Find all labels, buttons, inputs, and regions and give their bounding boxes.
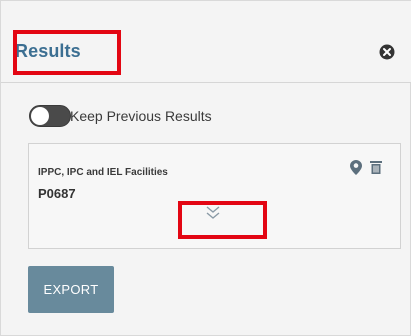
zoom-to-feature-button[interactable] xyxy=(349,159,363,175)
trash-icon xyxy=(370,161,382,174)
results-panel: Results Keep Previous Results IPPC, IPC … xyxy=(0,0,411,336)
expand-highlight-box xyxy=(178,201,267,239)
map-pin-icon xyxy=(350,159,362,175)
keep-previous-results-row: Keep Previous Results xyxy=(29,104,212,128)
feature-id: P0687 xyxy=(38,186,76,201)
close-circle-icon xyxy=(379,44,395,60)
keep-previous-results-label: Keep Previous Results xyxy=(70,108,212,124)
toggle-knob xyxy=(31,107,49,125)
remove-result-button[interactable] xyxy=(369,159,383,175)
export-button[interactable]: EXPORT xyxy=(28,266,114,313)
keep-previous-results-toggle[interactable] xyxy=(29,105,71,127)
title-highlight-box xyxy=(13,30,121,75)
close-button[interactable] xyxy=(379,44,395,60)
layer-name: IPPC, IPC and IEL Facilities xyxy=(38,167,168,178)
result-card-actions xyxy=(349,159,383,175)
